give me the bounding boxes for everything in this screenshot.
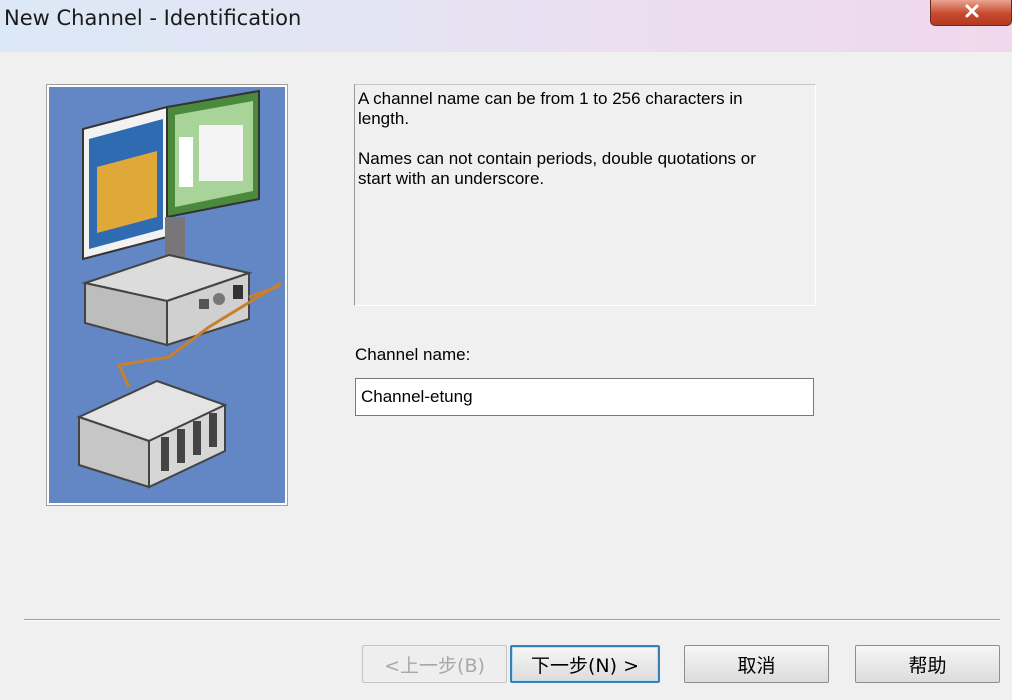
separator bbox=[24, 619, 1000, 621]
description-length: A channel name can be from 1 to 256 char… bbox=[358, 89, 743, 128]
close-icon bbox=[965, 4, 979, 18]
channel-name-input[interactable] bbox=[355, 378, 814, 416]
channel-name-label: Channel name: bbox=[355, 345, 471, 364]
window-title: New Channel - Identification bbox=[4, 6, 302, 30]
computer-plc-illustration bbox=[49, 87, 285, 503]
description-box: A channel name can be from 1 to 256 char… bbox=[354, 84, 816, 306]
wizard-illustration bbox=[46, 84, 288, 506]
cancel-button[interactable]: 取消 bbox=[684, 645, 829, 683]
close-button[interactable] bbox=[930, 0, 1012, 26]
next-button[interactable]: 下一步(N) > bbox=[510, 645, 660, 683]
description-restrictions: Names can not contain periods, double qu… bbox=[358, 149, 756, 188]
help-button[interactable]: 帮助 bbox=[855, 645, 1000, 683]
back-button[interactable]: <上一步(B) bbox=[362, 645, 507, 683]
title-bar[interactable]: New Channel - Identification bbox=[0, 0, 1012, 52]
